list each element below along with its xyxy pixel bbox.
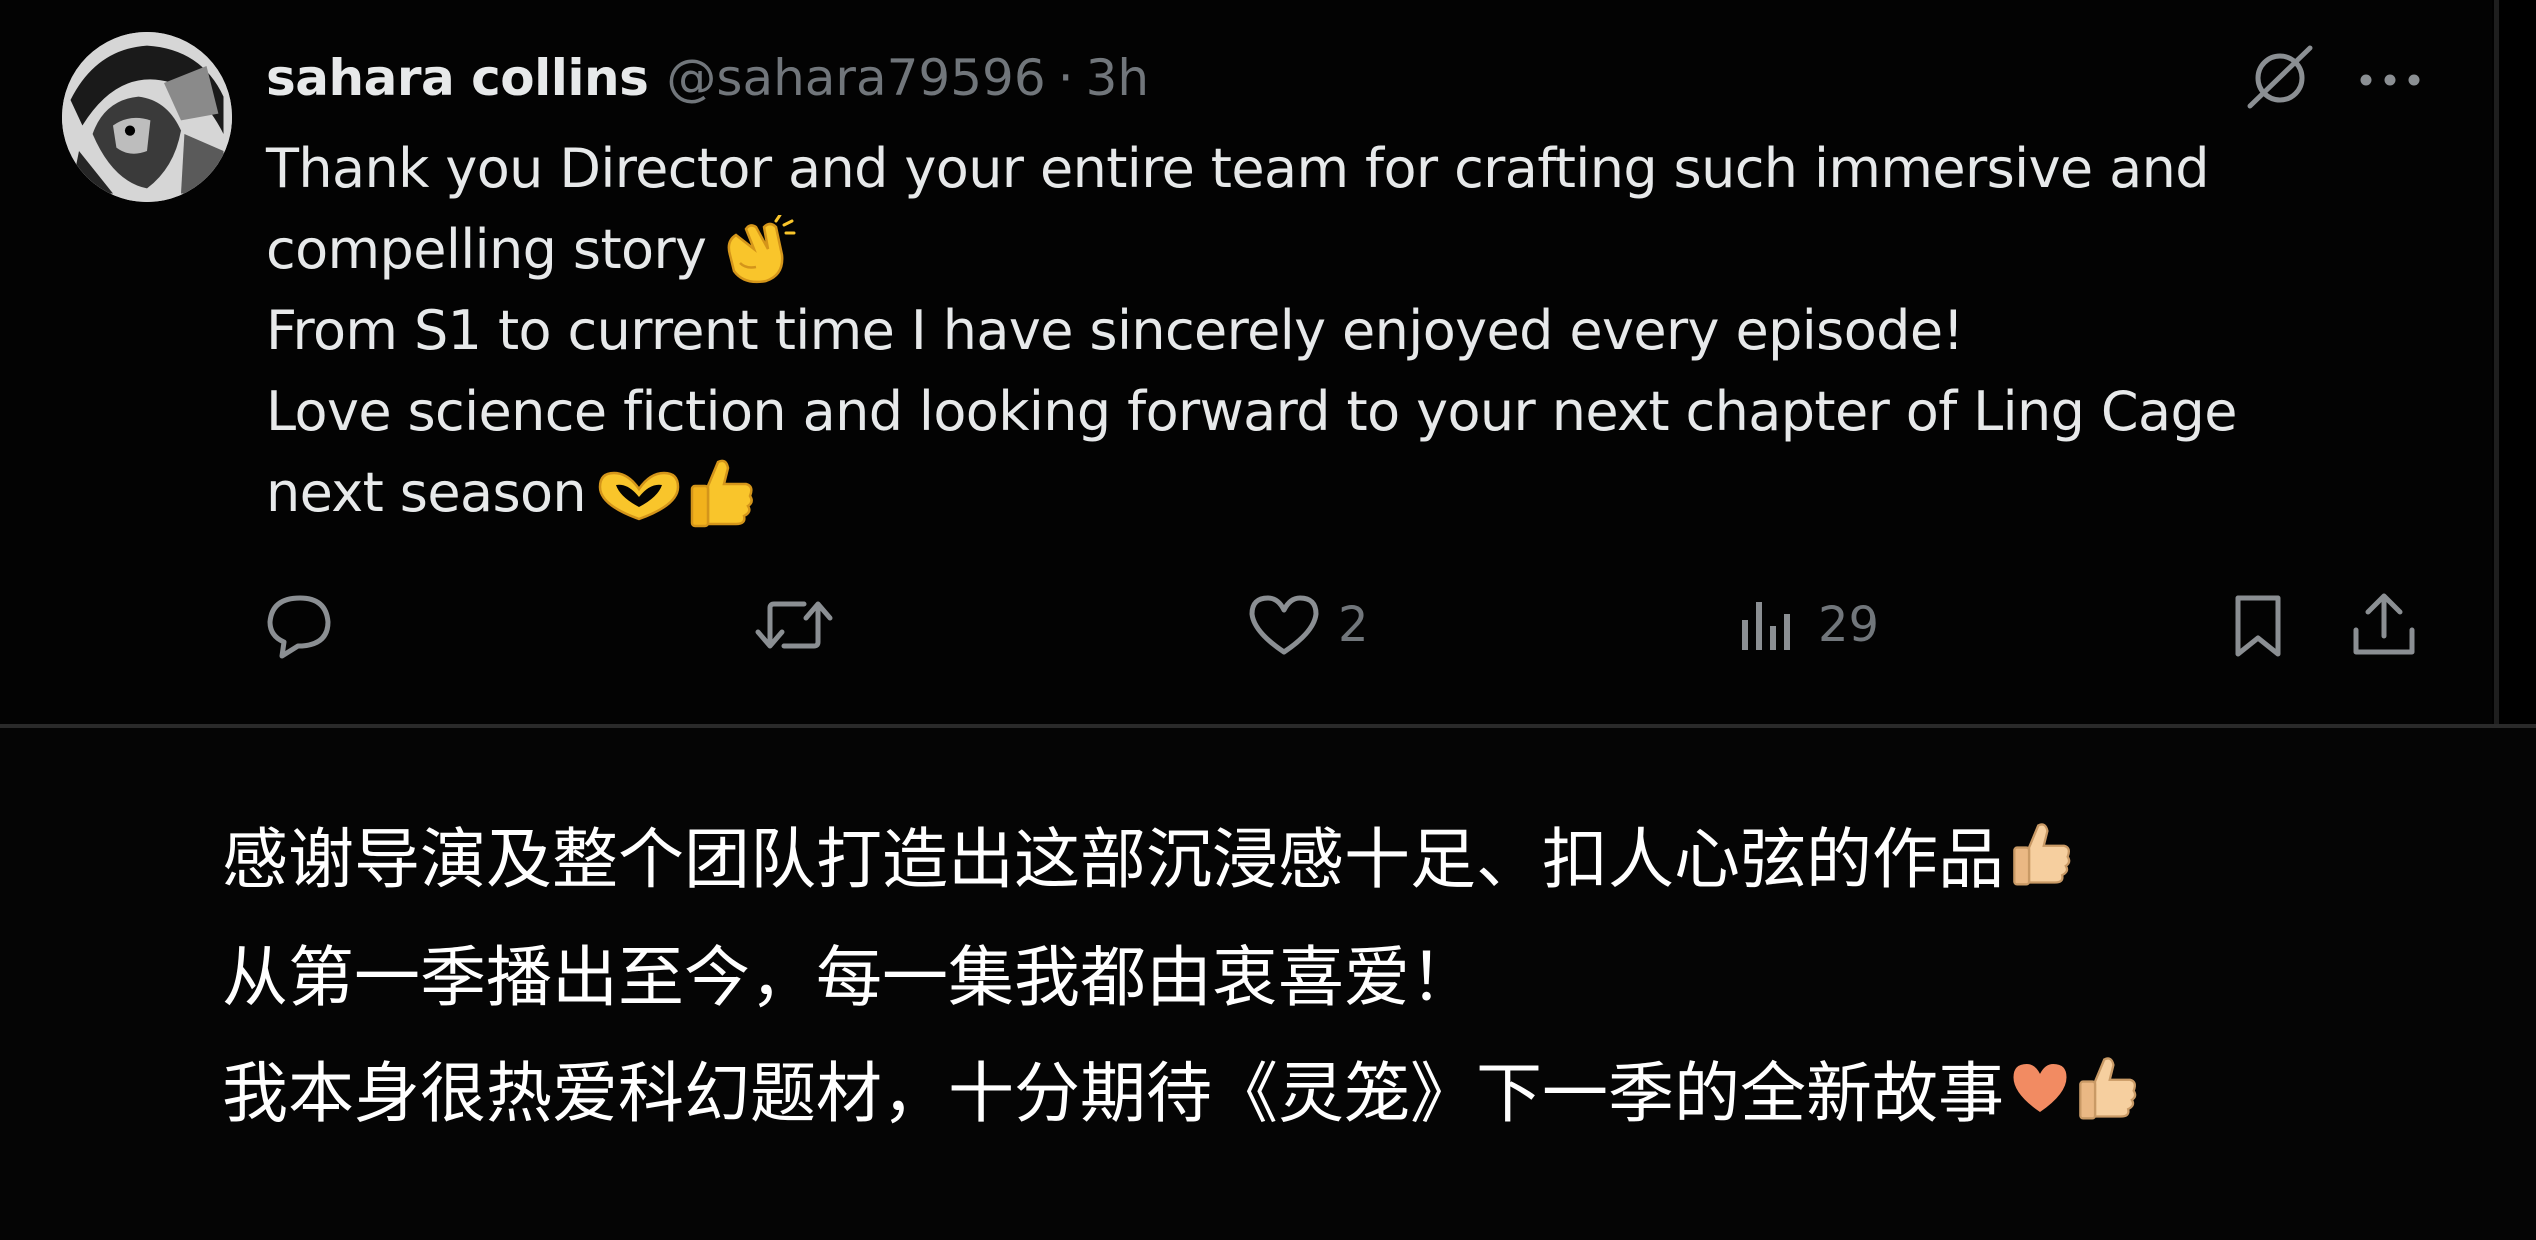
translation-line-text: 感谢导演及整个团队打造出这部沉浸感十足、扣人心弦的作品 — [222, 821, 2004, 898]
repost-button[interactable] — [752, 580, 852, 670]
timestamp[interactable]: 3h — [1086, 49, 1150, 107]
tweet-line: next season — [266, 452, 2466, 533]
translation-line: 从第一季播出至今，每一集我都由衷喜爱！ — [222, 922, 1476, 1022]
tweet-header: sahara collins @sahara79596 · 3h — [266, 38, 1149, 118]
display-name[interactable]: sahara collins — [266, 49, 649, 107]
orange-heart-emoji — [2008, 1059, 2072, 1117]
tweet-line: From S1 to current time I have sincerely… — [266, 290, 2466, 371]
tweet-text: Thank you Director and your entire team … — [266, 128, 2466, 533]
translation-line-text: 从第一季播出至今，每一集我都由衷喜爱！ — [222, 939, 1476, 1016]
header-separator: · — [1057, 49, 1074, 107]
avatar-image — [62, 32, 232, 202]
tweet-line-text: compelling story — [266, 218, 707, 281]
like-button[interactable]: 2 — [1246, 580, 1369, 670]
tweet-line-text: From S1 to current time I have sincerely… — [266, 299, 1964, 362]
tweet-line: Thank you Director and your entire team … — [266, 128, 2466, 209]
thumbs-up-emoji — [2008, 820, 2074, 888]
views-button[interactable]: 29 — [1736, 580, 1879, 670]
reply-icon — [267, 595, 331, 659]
translation-line: 感谢导演及整个团队打造出这部沉浸感十足、扣人心弦的作品 — [222, 804, 2074, 904]
thumbs-up-emoji — [686, 456, 756, 530]
tweet-line: Love science fiction and looking forward… — [266, 371, 2466, 452]
share-icon — [2353, 593, 2415, 655]
tweet-line-text: next season — [266, 461, 587, 524]
heart-icon — [1249, 595, 1319, 655]
share-button[interactable] — [2346, 580, 2422, 670]
tweet-line: compelling story — [266, 209, 2466, 290]
grok-icon[interactable] — [2240, 42, 2320, 112]
bookmark-button[interactable] — [2226, 580, 2290, 670]
like-count: 2 — [1338, 597, 1369, 653]
reply-button[interactable] — [262, 580, 354, 670]
screenshot: sahara collins @sahara79596 · 3h Thank y… — [0, 0, 2536, 1240]
clapping-hands-emoji — [716, 214, 796, 285]
tweet-line-text: Thank you Director and your entire team … — [266, 137, 2210, 200]
avatar[interactable] — [62, 32, 232, 202]
views-count: 29 — [1818, 597, 1880, 653]
views-icon — [1742, 602, 1790, 650]
bookmark-icon — [2235, 595, 2281, 657]
repost-icon — [755, 601, 833, 649]
user-handle[interactable]: @sahara79596 — [666, 49, 1045, 107]
translation-panel: 感谢导演及整个团队打造出这部沉浸感十足、扣人心弦的作品 从第一季播出至今，每一集… — [0, 728, 2536, 1240]
translation-line: 我本身很热爱科幻题材，十分期待《灵笼》下一季的全新故事 — [222, 1038, 2140, 1138]
thumbs-up-emoji — [2074, 1054, 2140, 1122]
translation-line-text: 我本身很热爱科幻题材，十分期待《灵笼》下一季的全新故事 — [222, 1055, 2004, 1132]
heart-hands-emoji — [596, 463, 682, 523]
tweet-line-text: Love science fiction and looking forward… — [266, 380, 2237, 443]
more-options-icon[interactable] — [2350, 50, 2430, 110]
timeline-border — [2494, 0, 2499, 724]
tweet-card[interactable]: sahara collins @sahara79596 · 3h Thank y… — [0, 0, 2492, 724]
